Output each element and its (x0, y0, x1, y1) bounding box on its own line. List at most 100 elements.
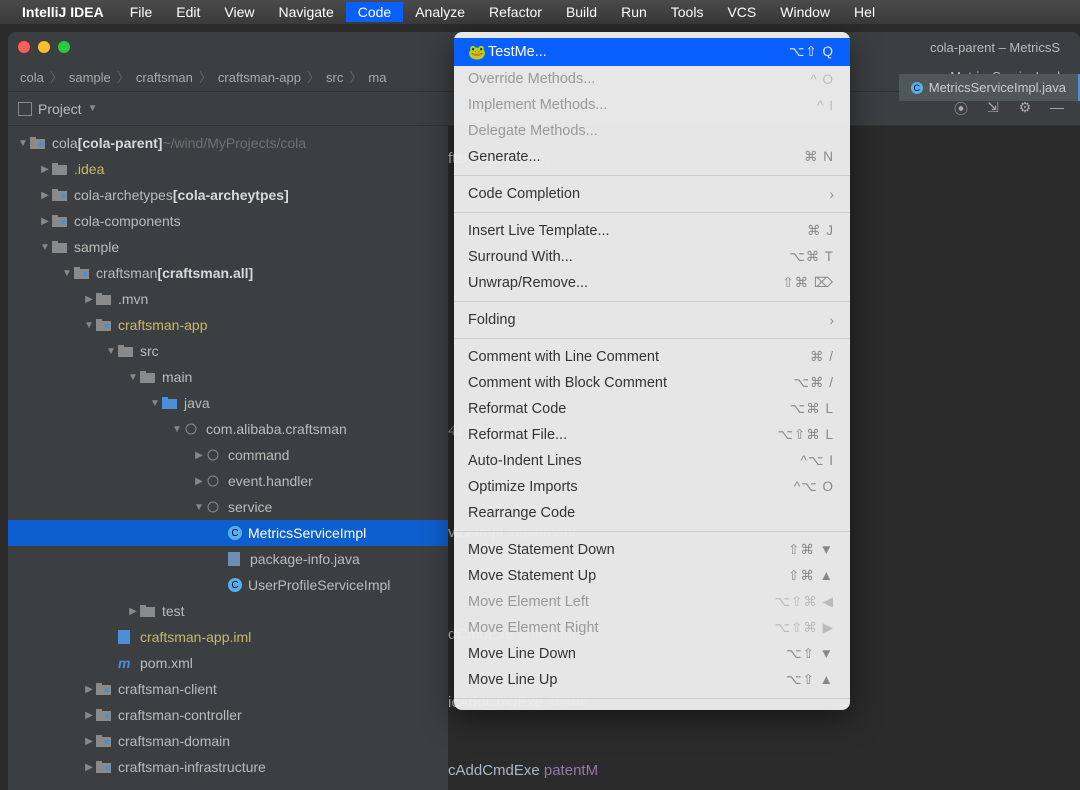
menu-item-comment-with-line-comment[interactable]: Comment with Line Comment⌘ / (454, 344, 850, 370)
tree-node[interactable]: ▼com.alibaba.craftsman (8, 416, 448, 442)
menu-item-move-statement-up[interactable]: Move Statement Up⇧⌘ ▲ (454, 563, 850, 589)
menu-window[interactable]: Window (768, 2, 842, 22)
tree-node[interactable]: ▶command (8, 442, 448, 468)
menu-item-insert-live-template[interactable]: Insert Live Template...⌘ J (454, 218, 850, 244)
tree-node[interactable]: package-info.java (8, 546, 448, 572)
expand-icon[interactable]: ▶ (38, 216, 52, 227)
menu-item-folding[interactable]: Folding› (454, 307, 850, 333)
menu-item-code-completion[interactable]: Code Completion› (454, 181, 850, 207)
tree-node[interactable]: ▼src (8, 338, 448, 364)
breadcrumb-item[interactable]: cola (16, 70, 48, 85)
tree-node[interactable]: craftsman-app.iml (8, 624, 448, 650)
menu-shortcut: ⌥⇧ Q (789, 44, 834, 60)
menu-hel[interactable]: Hel (842, 2, 887, 22)
breadcrumb-item[interactable]: src (322, 70, 347, 85)
tree-node[interactable]: ▶cola-archetypes [cola-archeytpes] (8, 182, 448, 208)
menu-refactor[interactable]: Refactor (477, 2, 554, 22)
maximize-window-button[interactable] (58, 41, 70, 53)
collapse-icon[interactable]: ▼ (38, 242, 52, 253)
menu-item-move-statement-down[interactable]: Move Statement Down⇧⌘ ▼ (454, 537, 850, 563)
expand-icon[interactable]: ▶ (38, 190, 52, 201)
tree-node[interactable]: mpom.xml (8, 650, 448, 676)
menu-item-rearrange-code[interactable]: Rearrange Code (454, 500, 850, 526)
gear-icon[interactable]: ⚙ (1016, 99, 1034, 119)
hide-icon[interactable]: — (1048, 99, 1066, 119)
menu-item-comment-with-block-comment[interactable]: Comment with Block Comment⌥⌘ / (454, 370, 850, 396)
editor-tab[interactable]: C MetricsServiceImpl.java (899, 74, 1080, 101)
tree-node[interactable]: ▼cola [cola-parent] ~/wind/MyProjects/co… (8, 130, 448, 156)
tree-node[interactable]: ▶craftsman-infrastructure (8, 754, 448, 780)
collapse-icon[interactable]: ▼ (82, 320, 96, 331)
collapse-icon[interactable]: ▼ (170, 424, 184, 435)
menu-shortcut: ^ I (817, 98, 834, 113)
tree-node[interactable]: ▼craftsman-app (8, 312, 448, 338)
tree-node[interactable]: ▶craftsman-controller (8, 702, 448, 728)
breadcrumb-item[interactable]: craftsman (132, 70, 197, 85)
tree-node[interactable]: ▶test (8, 598, 448, 624)
tree-node[interactable]: ▼main (8, 364, 448, 390)
tree-node[interactable]: ▶.mvn (8, 286, 448, 312)
tree-node[interactable]: ▼service (8, 494, 448, 520)
tree-label: cola-archetypes (74, 187, 173, 203)
close-window-button[interactable] (18, 41, 30, 53)
expand-icon[interactable]: ▶ (82, 736, 96, 747)
tree-node[interactable]: ▶craftsman-client (8, 676, 448, 702)
source-folder-icon (162, 396, 178, 410)
menu-item-generate[interactable]: Generate...⌘ N (454, 144, 850, 170)
app-name[interactable]: IntelliJ IDEA (22, 4, 104, 20)
menu-file[interactable]: File (118, 2, 165, 22)
menu-navigate[interactable]: Navigate (266, 2, 345, 22)
collapse-icon[interactable]: ▼ (16, 138, 30, 149)
menu-analyze[interactable]: Analyze (403, 2, 477, 22)
expand-icon[interactable]: ⇲ (984, 99, 1002, 119)
menu-item-surround-with[interactable]: Surround With...⌥⌘ T (454, 244, 850, 270)
menu-item-move-line-down[interactable]: Move Line Down⌥⇧ ▼ (454, 641, 850, 667)
collapse-icon[interactable]: ▼ (148, 398, 162, 409)
tree-node[interactable]: ▼craftsman [craftsman.all] (8, 260, 448, 286)
menu-view[interactable]: View (212, 2, 266, 22)
collapse-icon[interactable]: ▼ (192, 502, 206, 513)
project-tree[interactable]: ▼cola [cola-parent] ~/wind/MyProjects/co… (8, 126, 448, 790)
tree-node[interactable]: ▼java (8, 390, 448, 416)
tree-node[interactable]: ▶cola-components (8, 208, 448, 234)
tree-node[interactable]: ▶event.handler (8, 468, 448, 494)
tree-node[interactable]: CUserProfileServiceImpl (8, 572, 448, 598)
menu-separator (454, 175, 850, 176)
collapse-icon[interactable]: ▼ (126, 372, 140, 383)
tree-node[interactable]: ▼sample (8, 234, 448, 260)
menu-item-auto-indent-lines[interactable]: Auto-Indent Lines^⌥ I (454, 448, 850, 474)
menu-edit[interactable]: Edit (164, 2, 212, 22)
collapse-icon[interactable]: ▼ (60, 268, 74, 279)
expand-icon[interactable]: ▶ (126, 606, 140, 617)
tree-label: MetricsServiceImpl (248, 525, 366, 541)
expand-icon[interactable]: ▶ (82, 684, 96, 695)
menu-item-move-element-right: Move Element Right⌥⇧⌘ ▶ (454, 615, 850, 641)
menu-item-reformat-code[interactable]: Reformat Code⌥⌘ L (454, 396, 850, 422)
expand-icon[interactable]: ▶ (82, 710, 96, 721)
collapse-icon[interactable]: ▼ (104, 346, 118, 357)
project-view-selector[interactable]: Project ▼ (8, 101, 97, 117)
menu-run[interactable]: Run (609, 2, 659, 22)
breadcrumb-item[interactable]: ma (364, 70, 390, 85)
expand-icon[interactable]: ▶ (192, 476, 206, 487)
minimize-window-button[interactable] (38, 41, 50, 53)
menu-vcs[interactable]: VCS (715, 2, 768, 22)
menu-item-move-line-up[interactable]: Move Line Up⌥⇧ ▲ (454, 667, 850, 693)
locate-icon[interactable]: ⦿ (952, 99, 970, 119)
breadcrumb-item[interactable]: craftsman-app (214, 70, 305, 85)
menu-item-reformat-file[interactable]: Reformat File...⌥⇧⌘ L (454, 422, 850, 448)
menu-code[interactable]: Code (346, 2, 403, 22)
menu-item-testme[interactable]: 🐸TestMe...⌥⇧ Q (454, 38, 850, 66)
tree-node[interactable]: ▶.idea (8, 156, 448, 182)
menu-build[interactable]: Build (554, 2, 609, 22)
expand-icon[interactable]: ▶ (192, 450, 206, 461)
expand-icon[interactable]: ▶ (82, 762, 96, 773)
expand-icon[interactable]: ▶ (82, 294, 96, 305)
menu-item-unwrap-remove[interactable]: Unwrap/Remove...⇧⌘ ⌦ (454, 270, 850, 296)
tree-node[interactable]: CMetricsServiceImpl (8, 520, 448, 546)
expand-icon[interactable]: ▶ (38, 164, 52, 175)
breadcrumb-item[interactable]: sample (65, 70, 115, 85)
menu-tools[interactable]: Tools (659, 2, 716, 22)
tree-node[interactable]: ▶craftsman-domain (8, 728, 448, 754)
menu-item-optimize-imports[interactable]: Optimize Imports^⌥ O (454, 474, 850, 500)
